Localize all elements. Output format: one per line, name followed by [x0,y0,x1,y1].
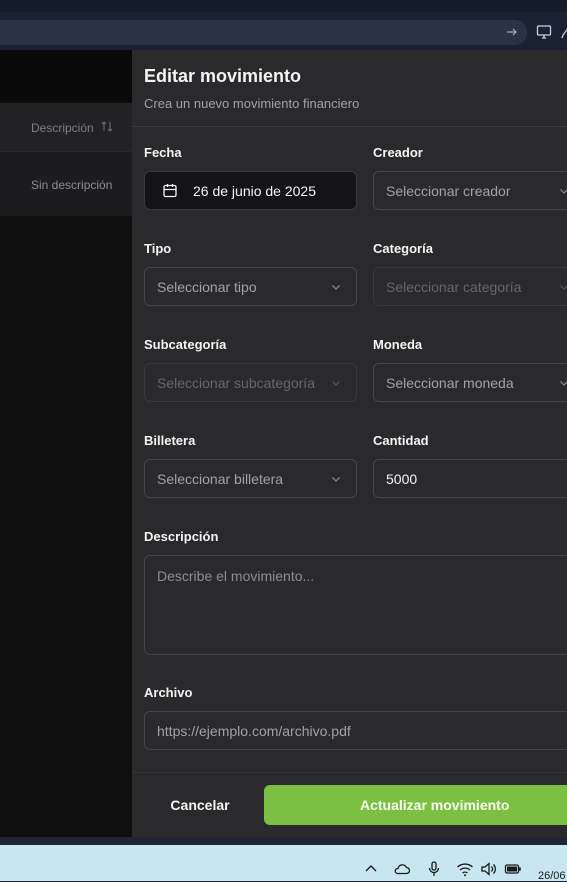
archivo-placeholder: https://ejemplo.com/archivo.pdf [157,723,351,739]
descripcion-label: Descripción [144,529,219,544]
update-movement-button[interactable]: Actualizar movimiento [264,785,567,825]
tipo-placeholder: Seleccionar tipo [157,279,257,295]
categoria-placeholder: Seleccionar categoría [386,279,522,295]
address-bar[interactable] [0,20,527,45]
dialog-title: Editar movimiento [144,66,302,86]
moneda-label: Moneda [373,337,423,352]
sort-icon[interactable] [101,120,113,133]
subcategoria-label: Subcategoría [144,337,227,352]
chevron-up-icon[interactable] [362,861,380,877]
wifi-icon[interactable] [456,861,474,877]
battery-icon[interactable] [504,861,522,877]
descripcion-placeholder: Describe el movimiento... [157,568,315,584]
chevron-down-icon [560,381,567,386]
fecha-date-picker[interactable]: 26 de junio de 2025 [144,171,357,210]
table-column-header[interactable]: Descripción [0,103,132,152]
archivo-input[interactable]: https://ejemplo.com/archivo.pdf [144,711,567,750]
cantidad-label: Cantidad [373,433,429,448]
billetera-placeholder: Seleccionar billetera [157,471,284,487]
fecha-label: Fecha [144,145,182,160]
chevron-down-icon [560,189,567,194]
monitor-icon[interactable] [536,24,552,40]
chevron-down-icon [332,477,340,482]
creador-select[interactable]: Seleccionar creador [373,171,567,210]
moneda-placeholder: Seleccionar moneda [386,375,514,391]
descripcion-textarea[interactable]: Describe el movimiento... [144,555,567,655]
calendar-icon [163,184,177,198]
pencil-icon[interactable] [560,24,567,40]
update-movement-label: Actualizar movimiento [360,797,510,813]
creador-placeholder: Seleccionar creador [386,183,511,199]
taskbar: 26/06 [0,845,567,882]
subcategoria-select[interactable]: Seleccionar subcategoría [144,363,357,402]
table-cell: Sin descripción [31,178,113,192]
taskbar-date[interactable]: 26/06 [538,870,566,882]
fecha-value: 26 de junio de 2025 [193,183,316,199]
volume-icon[interactable] [480,861,498,877]
chevron-down-icon [560,285,567,290]
window-bottom-edge [0,837,567,845]
footer-divider [132,772,567,773]
dialog-subtitle: Crea un nuevo movimiento financiero [144,96,360,111]
subcategoria-placeholder: Seleccionar subcategoría [157,375,315,391]
chevron-down-icon [332,381,340,386]
cantidad-value: 5000 [386,471,418,487]
billetera-select[interactable]: Seleccionar billetera [144,459,357,498]
edit-movement-dialog: Editar movimiento Crea un nuevo movimien… [132,50,567,837]
go-arrow-icon[interactable] [505,25,519,39]
cancel-button[interactable]: Cancelar [144,785,256,825]
tipo-label: Tipo [144,241,172,256]
cantidad-input[interactable]: 5000 [373,459,567,498]
billetera-label: Billetera [144,433,196,448]
moneda-select[interactable]: Seleccionar moneda [373,363,567,402]
column-header-label: Descripción [31,121,94,135]
tipo-select[interactable]: Seleccionar tipo [144,267,357,306]
microphone-icon[interactable] [425,861,443,877]
header-divider [132,126,567,127]
categoria-select[interactable]: Seleccionar categoría [373,267,567,306]
app-header [0,50,132,102]
archivo-label: Archivo [144,685,193,700]
cloud-icon[interactable] [393,861,411,877]
chevron-down-icon [332,285,340,290]
categoria-label: Categoría [373,241,433,256]
tab-strip [0,0,567,12]
browser-toolbar [0,0,567,50]
creador-label: Creador [373,145,423,160]
table-row[interactable]: Sin descripción [0,152,132,216]
